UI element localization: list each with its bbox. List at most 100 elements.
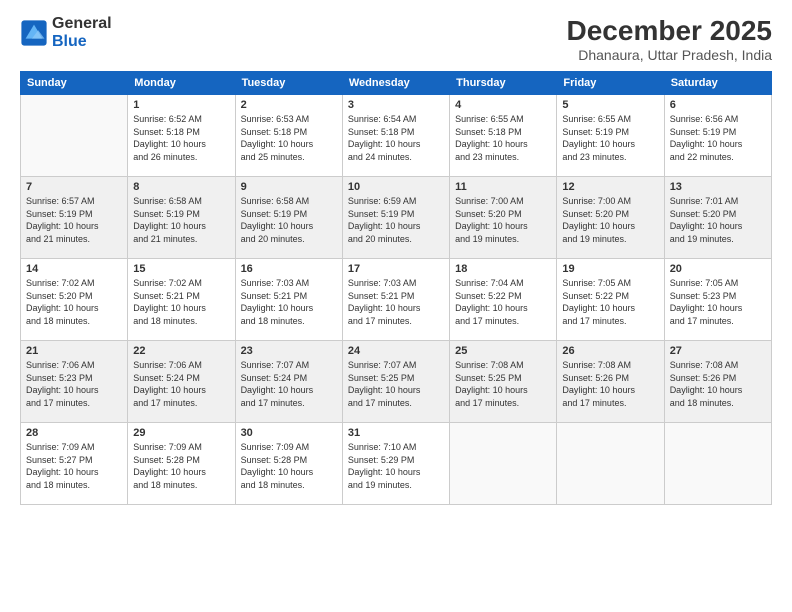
day-info: Sunrise: 6:58 AM Sunset: 5:19 PM Dayligh… [133,195,229,245]
table-row: 7 Sunrise: 6:57 AM Sunset: 5:19 PM Daylig… [21,177,128,259]
day-info: Sunrise: 6:55 AM Sunset: 5:19 PM Dayligh… [562,113,658,163]
day-number: 6 [670,99,766,111]
col-sunday: Sunday [21,72,128,95]
table-row: 24 Sunrise: 7:07 AM Sunset: 5:25 PM Dayli… [342,341,449,423]
day-number: 10 [348,181,444,193]
day-info: Sunrise: 7:09 AM Sunset: 5:28 PM Dayligh… [133,441,229,491]
logo-general-text: General [52,15,112,32]
table-row [21,95,128,177]
title-section: December 2025 Dhanaura, Uttar Pradesh, I… [567,15,772,63]
logo-blue-text: Blue [52,33,87,50]
calendar-week-row: 28 Sunrise: 7:09 AM Sunset: 5:27 PM Dayli… [21,423,772,505]
table-row: 21Sunrise: 7:06 AM Sunset: 5:23 PM Dayli… [21,341,128,423]
table-row: 17 Sunrise: 7:03 AM Sunset: 5:21 PM Dayli… [342,259,449,341]
table-row: 4Sunrise: 6:55 AM Sunset: 5:18 PM Daylig… [450,95,557,177]
table-row: 31Sunrise: 7:10 AM Sunset: 5:29 PM Dayli… [342,423,449,505]
table-row: 18 Sunrise: 7:04 AM Sunset: 5:22 PM Dayli… [450,259,557,341]
day-info: Sunrise: 7:02 AM Sunset: 5:20 PM Dayligh… [26,277,122,327]
day-info: Sunrise: 6:59 AM Sunset: 5:19 PM Dayligh… [348,195,444,245]
page: General Blue December 2025 Dhanaura, Utt… [0,0,792,612]
day-info: Sunrise: 7:02 AM Sunset: 5:21 PM Dayligh… [133,277,229,327]
day-number: 7 [26,181,122,193]
table-row: 12Sunrise: 7:00 AM Sunset: 5:20 PM Dayli… [557,177,664,259]
table-row: 23Sunrise: 7:07 AM Sunset: 5:24 PM Dayli… [235,341,342,423]
table-row: 15 Sunrise: 7:02 AM Sunset: 5:21 PM Dayli… [128,259,235,341]
calendar-week-row: 14 Sunrise: 7:02 AM Sunset: 5:20 PM Dayli… [21,259,772,341]
month-title: December 2025 [567,15,772,47]
table-row [664,423,771,505]
day-info: Sunrise: 7:03 AM Sunset: 5:21 PM Dayligh… [241,277,337,327]
day-info: Sunrise: 7:00 AM Sunset: 5:20 PM Dayligh… [455,195,551,245]
day-number: 24 [348,345,444,357]
table-row [557,423,664,505]
day-number: 23 [241,345,337,357]
day-number: 17 [348,263,444,275]
day-info: Sunrise: 7:08 AM Sunset: 5:26 PM Dayligh… [670,359,766,409]
day-number: 28 [26,427,122,439]
table-row: 3 Sunrise: 6:54 AM Sunset: 5:18 PM Daylig… [342,95,449,177]
day-number: 9 [241,181,337,193]
day-info: Sunrise: 6:58 AM Sunset: 5:19 PM Dayligh… [241,195,337,245]
calendar-table: Sunday Monday Tuesday Wednesday Thursday… [20,71,772,505]
day-number: 19 [562,263,658,275]
header: General Blue December 2025 Dhanaura, Utt… [20,15,772,63]
col-wednesday: Wednesday [342,72,449,95]
day-number: 29 [133,427,229,439]
day-info: Sunrise: 6:55 AM Sunset: 5:18 PM Dayligh… [455,113,551,163]
day-info: Sunrise: 7:09 AM Sunset: 5:28 PM Dayligh… [241,441,337,491]
day-number: 12 [562,181,658,193]
day-info: Sunrise: 7:05 AM Sunset: 5:22 PM Dayligh… [562,277,658,327]
day-info: Sunrise: 7:01 AM Sunset: 5:20 PM Dayligh… [670,195,766,245]
table-row: 29 Sunrise: 7:09 AM Sunset: 5:28 PM Dayli… [128,423,235,505]
day-info: Sunrise: 6:54 AM Sunset: 5:18 PM Dayligh… [348,113,444,163]
table-row: 30 Sunrise: 7:09 AM Sunset: 5:28 PM Dayli… [235,423,342,505]
day-info: Sunrise: 7:09 AM Sunset: 5:27 PM Dayligh… [26,441,122,491]
day-number: 3 [348,99,444,111]
day-number: 15 [133,263,229,275]
table-row: 8 Sunrise: 6:58 AM Sunset: 5:19 PM Daylig… [128,177,235,259]
day-number: 26 [562,345,658,357]
logo-text: General Blue [52,15,112,50]
day-info: Sunrise: 7:06 AM Sunset: 5:23 PM Dayligh… [26,359,122,409]
col-monday: Monday [128,72,235,95]
calendar-week-row: 7 Sunrise: 6:57 AM Sunset: 5:19 PM Daylig… [21,177,772,259]
col-thursday: Thursday [450,72,557,95]
day-info: Sunrise: 7:08 AM Sunset: 5:26 PM Dayligh… [562,359,658,409]
day-number: 18 [455,263,551,275]
day-info: Sunrise: 7:05 AM Sunset: 5:23 PM Dayligh… [670,277,766,327]
table-row: 25Sunrise: 7:08 AM Sunset: 5:25 PM Dayli… [450,341,557,423]
calendar-week-row: 1Sunrise: 6:52 AM Sunset: 5:18 PM Daylig… [21,95,772,177]
table-row: 6 Sunrise: 6:56 AM Sunset: 5:19 PM Daylig… [664,95,771,177]
day-info: Sunrise: 6:57 AM Sunset: 5:19 PM Dayligh… [26,195,122,245]
col-friday: Friday [557,72,664,95]
day-number: 30 [241,427,337,439]
table-row: 26 Sunrise: 7:08 AM Sunset: 5:26 PM Dayli… [557,341,664,423]
day-number: 11 [455,181,551,193]
table-row: 20Sunrise: 7:05 AM Sunset: 5:23 PM Dayli… [664,259,771,341]
table-row: 2Sunrise: 6:53 AM Sunset: 5:18 PM Daylig… [235,95,342,177]
table-row: 19 Sunrise: 7:05 AM Sunset: 5:22 PM Dayli… [557,259,664,341]
table-row [450,423,557,505]
logo-icon [20,19,48,47]
day-number: 1 [133,99,229,111]
col-tuesday: Tuesday [235,72,342,95]
table-row: 9 Sunrise: 6:58 AM Sunset: 5:19 PM Daylig… [235,177,342,259]
day-info: Sunrise: 7:06 AM Sunset: 5:24 PM Dayligh… [133,359,229,409]
table-row: 16Sunrise: 7:03 AM Sunset: 5:21 PM Dayli… [235,259,342,341]
logo: General Blue [20,15,112,50]
day-number: 14 [26,263,122,275]
day-info: Sunrise: 7:03 AM Sunset: 5:21 PM Dayligh… [348,277,444,327]
calendar-week-row: 21Sunrise: 7:06 AM Sunset: 5:23 PM Dayli… [21,341,772,423]
day-number: 5 [562,99,658,111]
day-number: 25 [455,345,551,357]
day-info: Sunrise: 7:04 AM Sunset: 5:22 PM Dayligh… [455,277,551,327]
table-row: 14 Sunrise: 7:02 AM Sunset: 5:20 PM Dayli… [21,259,128,341]
table-row: 13Sunrise: 7:01 AM Sunset: 5:20 PM Dayli… [664,177,771,259]
day-info: Sunrise: 6:56 AM Sunset: 5:19 PM Dayligh… [670,113,766,163]
day-number: 27 [670,345,766,357]
day-number: 2 [241,99,337,111]
calendar-header-row: Sunday Monday Tuesday Wednesday Thursday… [21,72,772,95]
day-number: 8 [133,181,229,193]
day-info: Sunrise: 7:07 AM Sunset: 5:25 PM Dayligh… [348,359,444,409]
day-number: 22 [133,345,229,357]
